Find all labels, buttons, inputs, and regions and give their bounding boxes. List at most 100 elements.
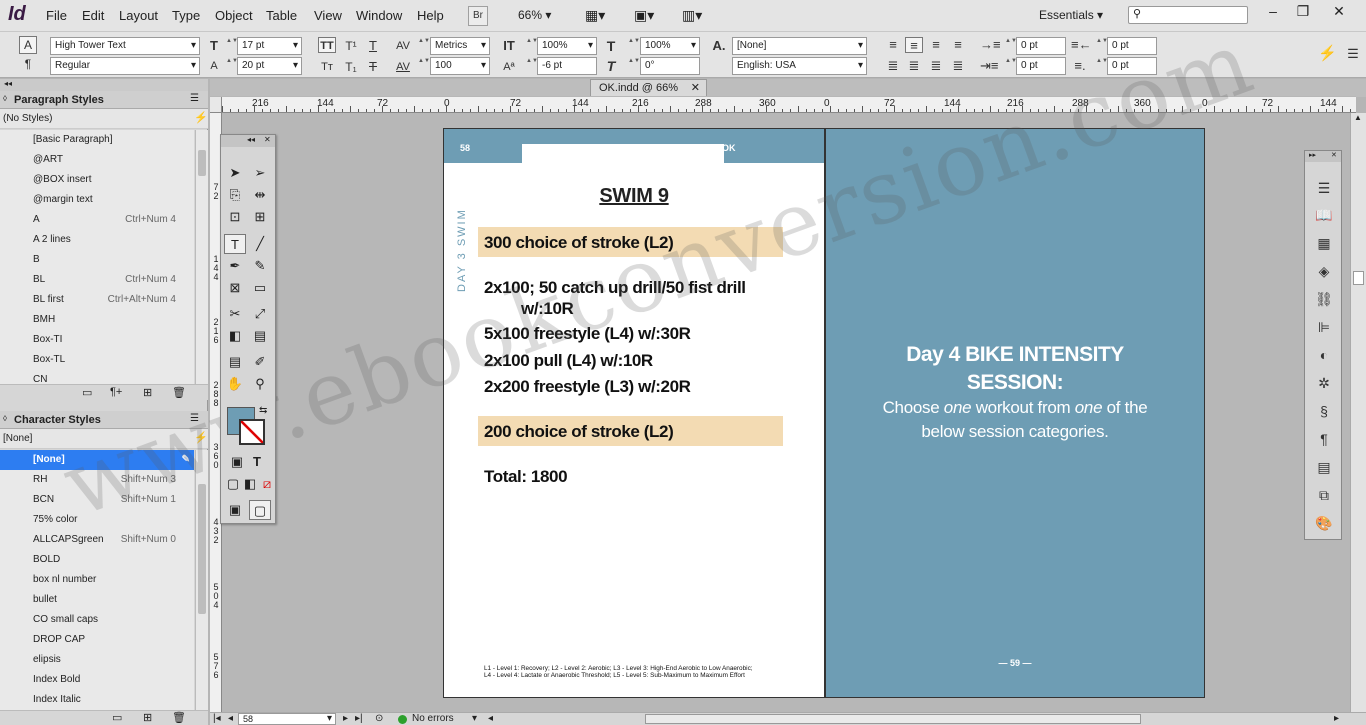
pages-icon[interactable]: ☰ [1314, 178, 1334, 198]
formatting-container-icon[interactable]: ▣ [226, 452, 248, 472]
close-button[interactable]: ✕ [1324, 2, 1354, 20]
style-item[interactable]: BOLD [0, 550, 194, 570]
style-group-icon[interactable]: ▭ [82, 386, 92, 399]
style-item[interactable]: 75% color [0, 510, 194, 530]
apply-none-icon[interactable]: ⧄ [256, 474, 278, 494]
character-style-field[interactable]: [None] [732, 37, 867, 55]
style-item[interactable]: bullet [0, 590, 194, 610]
rectangle-frame-tool-icon[interactable]: ⊠ [224, 278, 246, 298]
normal-view-icon[interactable]: ▣ [224, 500, 246, 520]
view-options-icon[interactable]: ▦▾ [585, 7, 605, 24]
font-style-field[interactable]: Regular [50, 57, 200, 75]
right-indent-stepper[interactable]: ▲▼ [1096, 37, 1108, 55]
paragraph-mode-button[interactable]: ¶ [19, 56, 37, 74]
all-caps-icon[interactable]: TT [318, 37, 336, 53]
menu-window[interactable]: Window [356, 8, 402, 23]
style-item[interactable]: BL first Ctrl+Alt+Num 4 [0, 290, 194, 310]
font-family-field[interactable]: High Tower Text [50, 37, 200, 55]
kerning-field[interactable]: Metrics [430, 37, 490, 55]
first-indent-field[interactable]: 0 pt [1016, 57, 1066, 75]
panel-menu-icon[interactable]: ☰ [190, 413, 199, 424]
menu-view[interactable]: View [314, 8, 342, 23]
preflight-status[interactable]: No errors [412, 713, 454, 724]
hand-tool-icon[interactable]: ✋ [224, 374, 246, 394]
pencil-tool-icon[interactable]: ✎ [249, 256, 271, 276]
justify-left-icon[interactable]: ≣ [884, 58, 902, 74]
arrange-documents-icon[interactable]: ▥▾ [682, 7, 702, 24]
align-icon[interactable]: ⊫ [1314, 317, 1334, 337]
paragraph-styles-scrollbar[interactable] [195, 130, 208, 384]
page-59[interactable]: Day 4 BIKE INTENSITY SESSION: Choose one… [825, 128, 1205, 698]
dock-header[interactable]: ▸▸ ✕ [1305, 151, 1341, 162]
style-item[interactable]: A 2 lines [0, 230, 194, 250]
justify-right-icon[interactable]: ≣ [927, 58, 945, 74]
new-style-icon[interactable]: ⊞ [143, 711, 152, 724]
eyedropper-tool-icon[interactable]: ✐ [249, 352, 271, 372]
line-tool-icon[interactable]: ╱ [249, 234, 271, 254]
style-item[interactable]: ALLCAPSgreen Shift+Num 0 [0, 530, 194, 550]
gradient-swatch-tool-icon[interactable]: ◧ [224, 326, 246, 346]
style-item[interactable]: @BOX insert [0, 170, 194, 190]
style-item[interactable]: BMH [0, 310, 194, 330]
style-item[interactable]: Box-TL [0, 350, 194, 370]
superscript-icon[interactable]: T¹ [342, 38, 360, 54]
justify-all-icon[interactable]: ≣ [949, 58, 967, 74]
style-item[interactable]: [Basic Paragraph] [0, 130, 194, 150]
minimize-button[interactable]: – [1258, 2, 1288, 20]
skew-stepper[interactable]: ▲▼ [628, 57, 640, 75]
expand-icon[interactable]: ◊ [3, 94, 7, 103]
stroke-swatch[interactable] [239, 419, 265, 445]
paragraph-styles-header[interactable]: Paragraph Styles [0, 91, 208, 109]
document-tab[interactable]: OK.indd @ 66% ✕ [590, 79, 707, 97]
character-styles-scrollbar[interactable] [195, 450, 208, 710]
content-collector-icon[interactable]: ⊡ [224, 207, 246, 227]
menu-layout[interactable]: Layout [119, 8, 158, 23]
style-item[interactable]: DROP CAP [0, 630, 194, 650]
menu-file[interactable]: File [46, 8, 67, 23]
font-size-field[interactable]: 17 pt [237, 37, 302, 55]
scroll-right-icon[interactable]: ▸ [1334, 713, 1339, 724]
first-page-icon[interactable]: |◂ [213, 713, 221, 724]
menu-edit[interactable]: Edit [82, 8, 104, 23]
chevron-down-icon[interactable]: ▾ [472, 713, 477, 724]
style-item[interactable]: A Ctrl+Num 4 [0, 210, 194, 230]
style-item[interactable]: B [0, 250, 194, 270]
leading-field[interactable]: 20 pt [237, 57, 302, 75]
vscale-stepper[interactable]: ▲▼ [526, 37, 538, 55]
quick-apply-icon[interactable]: ⚡ [1318, 46, 1337, 62]
page-tool-icon[interactable]: ⎘ [224, 185, 246, 205]
screen-mode-icon[interactable]: ▣▾ [634, 7, 654, 24]
leading-stepper[interactable]: ▲▼ [226, 57, 238, 75]
rectangle-tool-icon[interactable]: ▭ [249, 278, 271, 298]
menu-help[interactable]: Help [417, 8, 444, 23]
new-style-icon[interactable]: ⊞ [143, 386, 152, 399]
baseline-stepper[interactable]: ▲▼ [526, 57, 538, 75]
underline-icon[interactable]: T [364, 38, 382, 54]
style-item[interactable]: BCN Shift+Num 1 [0, 490, 194, 510]
tracking-stepper[interactable]: ▲▼ [418, 57, 430, 75]
expand-icon[interactable]: ◊ [3, 414, 7, 423]
open-page-icon[interactable]: ⊙ [375, 713, 383, 724]
style-item[interactable]: box nl number [0, 570, 194, 590]
horizontal-scale-field[interactable]: 100% [640, 37, 700, 55]
strikethrough-icon[interactable]: T [364, 59, 382, 75]
stroke-icon[interactable]: § [1314, 401, 1334, 421]
style-item[interactable]: @margin text [0, 190, 194, 210]
align-left-icon[interactable]: ≡ [884, 37, 902, 53]
direct-selection-tool-icon[interactable]: ➢ [249, 163, 271, 183]
page-58[interactable]: 58 OK DAY 3 SWIM SWIM 9 300 choice of st… [443, 128, 825, 698]
restore-button[interactable]: ❐ [1288, 2, 1318, 20]
toolbox-header[interactable]: ◂◂ ✕ [221, 135, 275, 147]
gap-tool-icon[interactable]: ⇹ [249, 185, 271, 205]
scroll-up-icon[interactable]: ▲ [1354, 113, 1362, 122]
align-right-icon[interactable]: ≡ [927, 37, 945, 53]
pen-tool-icon[interactable]: ✒ [224, 256, 246, 276]
effects-icon[interactable]: ◐ [1314, 345, 1334, 365]
close-tab-icon[interactable]: ✕ [691, 80, 700, 96]
close-icon[interactable]: ✕ [1331, 151, 1337, 159]
swap-colors-icon[interactable]: ⇆ [259, 405, 267, 416]
type-tool-icon[interactable]: T [224, 234, 246, 254]
style-item[interactable]: CO small caps [0, 610, 194, 630]
left-indent-field[interactable]: 0 pt [1016, 37, 1066, 55]
next-page-icon[interactable]: ▸ [343, 713, 348, 724]
